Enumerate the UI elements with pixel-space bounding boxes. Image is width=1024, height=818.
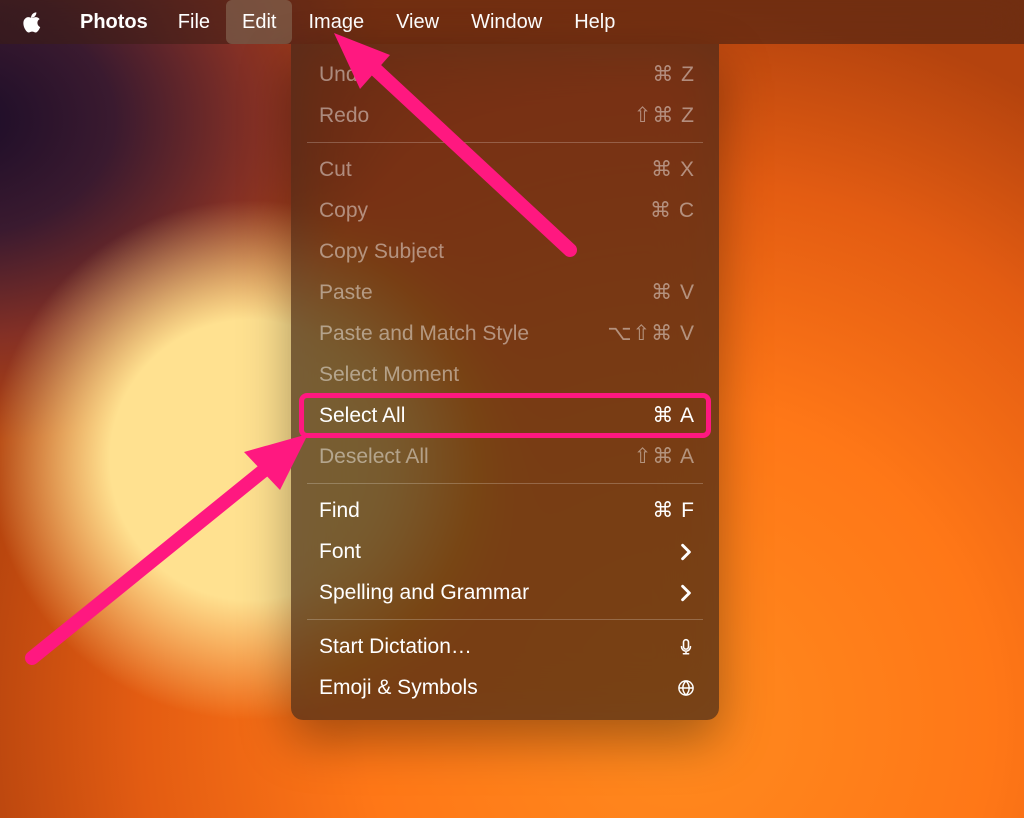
menuitem-shortcut: ⌘ Z <box>635 62 695 87</box>
menuitem-font[interactable]: Font <box>291 531 719 572</box>
menuitem-redo[interactable]: Redo ⇧⌘ Z <box>291 95 719 136</box>
menuitem-paste[interactable]: Paste ⌘ V <box>291 272 719 313</box>
menu-separator <box>307 142 703 143</box>
menuitem-label: Deselect All <box>319 445 634 469</box>
menuitem-deselect-all[interactable]: Deselect All ⇧⌘ A <box>291 436 719 477</box>
menuitem-shortcut: ⌘ V <box>635 280 695 305</box>
menuitem-label: Redo <box>319 104 634 128</box>
menuitem-label: Select Moment <box>319 363 635 387</box>
menuitem-shortcut: ⇧⌘ Z <box>634 103 695 128</box>
menu-help[interactable]: Help <box>558 0 631 44</box>
menuitem-label: Font <box>319 540 635 564</box>
menuitem-label: Spelling and Grammar <box>319 581 635 605</box>
menubar: Photos File Edit Image View Window Help <box>0 0 1024 44</box>
menuitem-copy-subject[interactable]: Copy Subject <box>291 231 719 272</box>
menuitem-shortcut: ⌘ F <box>635 498 695 523</box>
menu-separator <box>307 619 703 620</box>
menuitem-select-moment[interactable]: Select Moment <box>291 354 719 395</box>
menuitem-emoji-symbols[interactable]: Emoji & Symbols <box>291 667 719 708</box>
menuitem-shortcut: ⌥⇧⌘ V <box>607 321 695 346</box>
menu-edit[interactable]: Edit <box>226 0 292 44</box>
menuitem-paste-match-style[interactable]: Paste and Match Style ⌥⇧⌘ V <box>291 313 719 354</box>
menu-image[interactable]: Image <box>292 0 380 44</box>
menu-window[interactable]: Window <box>455 0 558 44</box>
menuitem-label: Undo <box>319 63 635 87</box>
menuitem-label: Paste <box>319 281 635 305</box>
menuitem-spelling-grammar[interactable]: Spelling and Grammar <box>291 572 719 613</box>
menuitem-label: Paste and Match Style <box>319 322 607 346</box>
menuitem-find[interactable]: Find ⌘ F <box>291 490 719 531</box>
submenu-chevron-icon <box>635 543 695 561</box>
menuitem-label: Start Dictation… <box>319 635 635 659</box>
menuitem-select-all[interactable]: Select All ⌘ A <box>291 395 719 436</box>
menuitem-start-dictation[interactable]: Start Dictation… <box>291 626 719 667</box>
menuitem-shortcut: ⌘ A <box>635 403 695 428</box>
menuitem-label: Find <box>319 499 635 523</box>
menuitem-label: Copy <box>319 199 635 223</box>
apple-menu-icon[interactable] <box>20 10 44 34</box>
menuitem-undo[interactable]: Undo ⌘ Z <box>291 54 719 95</box>
menuitem-copy[interactable]: Copy ⌘ C <box>291 190 719 231</box>
edit-dropdown-menu: Undo ⌘ Z Redo ⇧⌘ Z Cut ⌘ X Copy ⌘ C Copy… <box>291 44 719 720</box>
mic-icon <box>635 638 695 656</box>
app-name[interactable]: Photos <box>66 0 162 44</box>
submenu-chevron-icon <box>635 584 695 602</box>
globe-icon <box>635 679 695 697</box>
menuitem-label: Cut <box>319 158 635 182</box>
menuitem-shortcut: ⇧⌘ A <box>634 444 695 469</box>
menu-file[interactable]: File <box>162 0 226 44</box>
menuitem-shortcut: ⌘ X <box>635 157 695 182</box>
menuitem-label: Copy Subject <box>319 240 635 264</box>
menuitem-cut[interactable]: Cut ⌘ X <box>291 149 719 190</box>
menu-separator <box>307 483 703 484</box>
menuitem-shortcut: ⌘ C <box>635 198 695 223</box>
menuitem-label: Emoji & Symbols <box>319 676 635 700</box>
menu-view[interactable]: View <box>380 0 455 44</box>
menuitem-label: Select All <box>319 404 635 428</box>
